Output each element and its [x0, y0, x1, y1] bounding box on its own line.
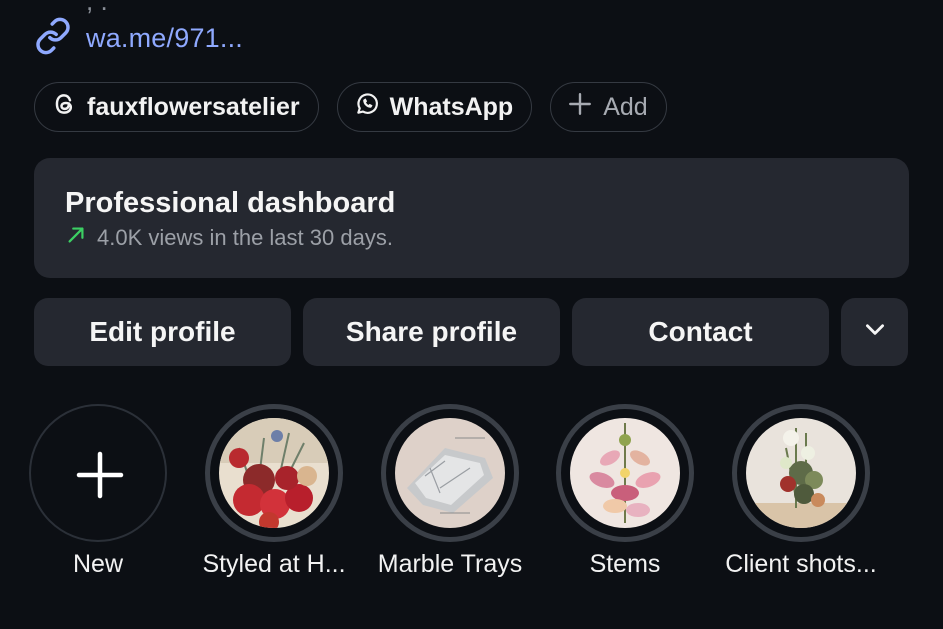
more-actions-button[interactable] — [841, 298, 908, 366]
dashboard-stats: 4.0K views in the last 30 days. — [65, 224, 878, 252]
plus-icon — [75, 450, 125, 500]
highlight-label: New — [72, 550, 123, 578]
highlight-label: Marble Trays — [377, 550, 523, 578]
dashboard-title: Professional dashboard — [65, 187, 396, 219]
share-profile-button[interactable]: Share profile — [303, 298, 560, 366]
add-link-chip[interactable]: Add — [550, 82, 667, 132]
highlight-cover-image — [219, 418, 329, 528]
profile-chips: fauxflowersatelier WhatsApp Add — [34, 82, 667, 132]
highlight-ring — [205, 404, 343, 542]
new-highlight-ring — [29, 404, 167, 542]
highlight-cover-image — [746, 418, 856, 528]
link-icon — [34, 17, 72, 60]
bio-link-text[interactable]: wa.me/971... — [86, 23, 243, 54]
highlight-ring — [732, 404, 870, 542]
bio-link[interactable]: wa.me/971... — [34, 17, 243, 60]
highlight-cover-image — [395, 418, 505, 528]
whatsapp-chip[interactable]: WhatsApp — [336, 82, 533, 132]
highlight-ring — [556, 404, 694, 542]
professional-dashboard-card[interactable]: Professional dashboard 4.0K views in the… — [34, 158, 909, 278]
highlight-label: Styled at H... — [202, 550, 346, 578]
profile-screen: , . wa.me/971... fauxflowersatelier What… — [0, 0, 943, 629]
chevron-down-icon — [862, 316, 888, 349]
edit-profile-button[interactable]: Edit profile — [34, 298, 291, 366]
highlight-cover-image — [570, 418, 680, 528]
threads-icon — [51, 91, 77, 124]
trend-up-arrow-icon — [65, 224, 87, 252]
add-chip-label: Add — [603, 92, 648, 121]
highlight-label: Client shots... — [725, 550, 877, 578]
threads-chip[interactable]: fauxflowersatelier — [34, 82, 319, 132]
story-highlights: New Styled at H... Marble Trays Stems Cl… — [0, 404, 943, 604]
contact-button[interactable]: Contact — [572, 298, 829, 366]
profile-actions: Edit profile Share profile Contact — [34, 298, 908, 366]
highlight-ring — [381, 404, 519, 542]
plus-icon — [567, 91, 593, 124]
cropped-bio-text: , . — [86, 0, 108, 16]
whatsapp-icon — [354, 91, 380, 124]
threads-chip-label: fauxflowersatelier — [87, 92, 300, 121]
dashboard-subtitle: 4.0K views in the last 30 days. — [97, 225, 393, 250]
whatsapp-chip-label: WhatsApp — [389, 92, 514, 121]
highlight-label: Stems — [589, 550, 661, 578]
